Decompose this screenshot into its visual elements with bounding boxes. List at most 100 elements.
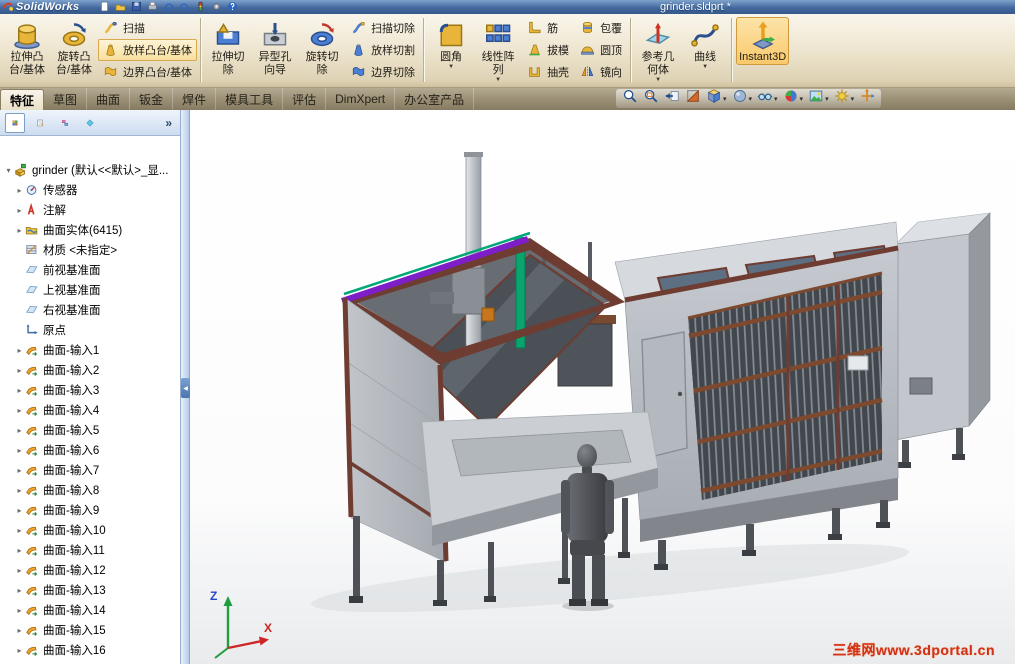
dimxpert-manager-tab[interactable] <box>80 113 100 133</box>
property-manager-tab[interactable] <box>30 113 50 133</box>
expander-icon[interactable]: ▸ <box>14 626 25 635</box>
tab-weldments[interactable]: 焊件 <box>173 88 217 110</box>
tree-item-imported-surface-10[interactable]: ▸ 曲面-输入10 <box>0 520 180 540</box>
rebuild-icon[interactable] <box>195 1 207 13</box>
print-icon[interactable] <box>147 1 159 13</box>
model-grinder[interactable] <box>190 110 1015 664</box>
new-document-icon[interactable] <box>99 1 111 13</box>
expander-icon[interactable]: ▾ <box>3 166 14 175</box>
ribbon-button-revolved-boss-base[interactable]: 旋转凸 台/基体 <box>51 17 97 78</box>
undo-icon[interactable] <box>163 1 175 13</box>
feature-manager-tab[interactable] <box>5 112 25 133</box>
ribbon-button-wrap[interactable]: 包覆 <box>575 17 627 39</box>
tree-item-surface-bodies[interactable]: ▸ 曲面实体(6415) <box>0 220 180 240</box>
tree-item-imported-surface-1[interactable]: ▸ 曲面-输入1 <box>0 340 180 360</box>
ribbon-button-dome[interactable]: 圆顶 <box>575 39 627 61</box>
tab-sheet-metal[interactable]: 钣金 <box>130 88 174 110</box>
ribbon-button-swept-cut[interactable]: 扫描切除 <box>346 17 420 39</box>
tree-item-top-plane[interactable]: 上视基准面 <box>0 280 180 300</box>
panel-overflow-chevron[interactable]: » <box>162 116 175 130</box>
tree-item-sensors[interactable]: ▸ 传感器 <box>0 180 180 200</box>
save-icon[interactable] <box>131 1 143 13</box>
tab-sketch[interactable]: 草图 <box>44 88 88 110</box>
configuration-manager-tab[interactable] <box>55 113 75 133</box>
graphics-viewport[interactable]: Z X 三维网www.3dportal.cn <box>190 110 1015 664</box>
edit-appearance-button[interactable]: ▾ <box>782 90 805 108</box>
collapse-panel-button[interactable]: ◀ <box>181 378 190 398</box>
ribbon-button-extruded-boss-base[interactable]: 拉伸凸 台/基体 <box>4 17 50 78</box>
expander-icon[interactable]: ▸ <box>14 466 25 475</box>
tree-item-imported-surface-15[interactable]: ▸ 曲面-输入15 <box>0 620 180 640</box>
zoom-fit-button[interactable] <box>621 89 639 108</box>
tree-item-imported-surface-4[interactable]: ▸ 曲面-输入4 <box>0 400 180 420</box>
expander-icon[interactable]: ▸ <box>14 526 25 535</box>
ribbon-button-boundary-boss-base[interactable]: 边界凸台/基体 <box>98 61 197 83</box>
ribbon-button-linear-pattern[interactable]: 线性阵列 ▼ <box>475 17 521 85</box>
expander-icon[interactable]: ▸ <box>14 546 25 555</box>
tree-item-front-plane[interactable]: 前视基准面 <box>0 260 180 280</box>
ribbon-button-hole-wizard[interactable]: 异型孔 向导 <box>252 17 298 78</box>
expander-icon[interactable]: ▸ <box>14 226 25 235</box>
display-style-button[interactable]: ▾ <box>731 90 754 108</box>
zoom-area-button[interactable] <box>642 89 660 108</box>
expander-icon[interactable]: ▸ <box>14 186 25 195</box>
tab-surfaces[interactable]: 曲面 <box>87 88 131 110</box>
ribbon-button-instant3d[interactable]: Instant3D <box>736 17 790 65</box>
expander-icon[interactable]: ▸ <box>14 606 25 615</box>
expander-icon[interactable]: ▸ <box>14 486 25 495</box>
tree-item-imported-surface-14[interactable]: ▸ 曲面-输入14 <box>0 600 180 620</box>
tree-item-annotations[interactable]: ▸ 注解 <box>0 200 180 220</box>
ribbon-button-draft[interactable]: 拔模 <box>522 39 574 61</box>
tree-item-imported-surface-13[interactable]: ▸ 曲面-输入13 <box>0 580 180 600</box>
expander-icon[interactable]: ▸ <box>14 426 25 435</box>
ribbon-button-curves[interactable]: 曲线 ▼ <box>682 17 728 72</box>
ribbon-button-fillet[interactable]: 圆角 ▼ <box>428 17 474 72</box>
panel-splitter[interactable]: ◀ <box>181 110 190 664</box>
pan-3d-button[interactable] <box>858 88 876 108</box>
expander-icon[interactable]: ▸ <box>14 206 25 215</box>
tree-item-imported-surface-5[interactable]: ▸ 曲面-输入5 <box>0 420 180 440</box>
ribbon-button-lofted-boss-base[interactable]: 放样凸台/基体 <box>98 39 198 61</box>
view-orientation-button[interactable]: ▾ <box>705 89 728 108</box>
open-icon[interactable] <box>115 1 127 13</box>
hide-show-items-button[interactable]: ▾ <box>756 90 779 108</box>
expander-icon[interactable]: ▸ <box>14 346 25 355</box>
options-icon[interactable] <box>211 1 223 13</box>
tree-item-imported-surface-9[interactable]: ▸ 曲面-输入9 <box>0 500 180 520</box>
expander-icon[interactable]: ▸ <box>14 646 25 655</box>
previous-view-button[interactable] <box>663 90 681 108</box>
expander-icon[interactable]: ▸ <box>14 586 25 595</box>
tree-item-imported-surface-11[interactable]: ▸ 曲面-输入11 <box>0 540 180 560</box>
tree-item-imported-surface-2[interactable]: ▸ 曲面-输入2 <box>0 360 180 380</box>
tree-item-imported-surface-16[interactable]: ▸ 曲面-输入16 <box>0 640 180 660</box>
tree-item-part-root[interactable]: ▾ grinder (默认<<默认>_显... <box>0 160 180 180</box>
expander-icon[interactable]: ▸ <box>14 386 25 395</box>
ribbon-button-lofted-cut[interactable]: 放样切割 <box>346 39 420 61</box>
ribbon-button-shell[interactable]: 抽壳 <box>522 61 574 83</box>
tree-item-right-plane[interactable]: 右视基准面 <box>0 300 180 320</box>
tree-item-material[interactable]: 材质 <未指定> <box>0 240 180 260</box>
view-settings-button[interactable]: ▾ <box>833 89 856 108</box>
expander-icon[interactable]: ▸ <box>14 406 25 415</box>
redo-icon[interactable] <box>179 1 191 13</box>
tab-mold-tools[interactable]: 模具工具 <box>216 88 284 110</box>
ribbon-button-extruded-cut[interactable]: 拉伸切除 <box>205 17 251 78</box>
tree-item-imported-surface-3[interactable]: ▸ 曲面-输入3 <box>0 380 180 400</box>
machine-main-enclosure[interactable] <box>614 221 899 570</box>
section-view-button[interactable] <box>684 89 702 108</box>
help-icon[interactable] <box>227 1 239 13</box>
tree-item-imported-surface-8[interactable]: ▸ 曲面-输入8 <box>0 480 180 500</box>
tab-features[interactable]: 特征 <box>0 89 45 110</box>
expander-icon[interactable]: ▸ <box>14 566 25 575</box>
machine-left-section[interactable] <box>341 152 659 606</box>
tab-evaluate[interactable]: 评估 <box>283 88 327 110</box>
ribbon-button-rib[interactable]: 筋 <box>522 17 574 39</box>
ribbon-button-boundary-cut[interactable]: 边界切除 <box>346 61 420 83</box>
expander-icon[interactable]: ▸ <box>14 366 25 375</box>
ribbon-button-reference-geometry[interactable]: 参考几 何体 ▼ <box>635 17 681 85</box>
ribbon-button-mirror[interactable]: 镜向 <box>575 61 627 83</box>
tree-item-imported-surface-7[interactable]: ▸ 曲面-输入7 <box>0 460 180 480</box>
machine-right-cabinet[interactable] <box>895 212 991 468</box>
ribbon-button-revolved-cut[interactable]: 旋转切除 <box>299 17 345 78</box>
tree-item-imported-surface-6[interactable]: ▸ 曲面-输入6 <box>0 440 180 460</box>
